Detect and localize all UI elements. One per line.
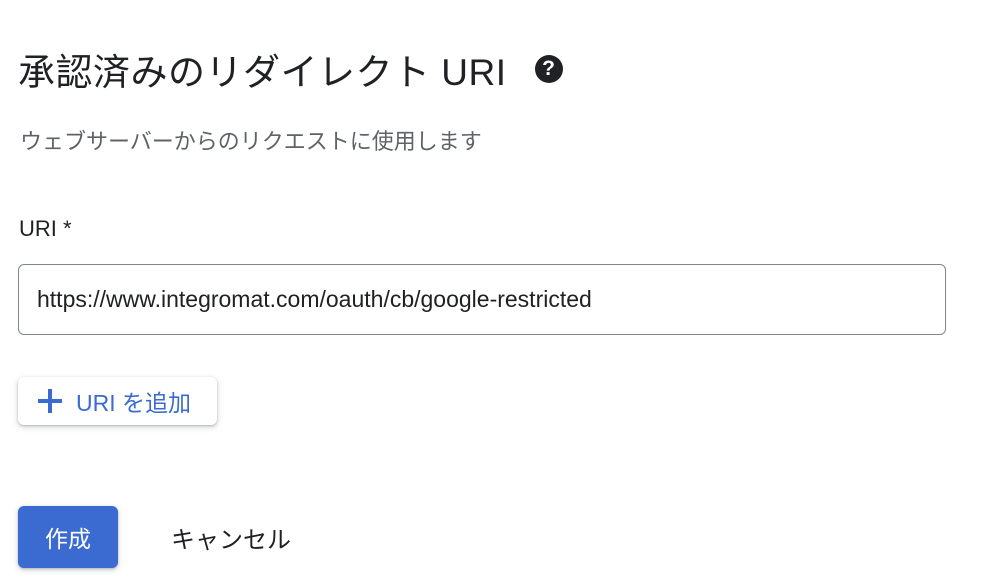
uri-input[interactable] xyxy=(18,264,946,335)
create-button[interactable]: 作成 xyxy=(18,506,118,568)
help-icon[interactable]: ? xyxy=(534,55,563,83)
section-header: 承認済みのリダイレクト URI ? xyxy=(18,44,563,94)
section-description: ウェブサーバーからのリクエストに使用します xyxy=(20,129,482,154)
add-uri-label: URI を追加 xyxy=(76,390,191,416)
plus-icon xyxy=(38,389,62,413)
uri-field-label: URI * xyxy=(19,216,72,241)
add-uri-button[interactable]: URI を追加 xyxy=(18,377,217,425)
cancel-button[interactable]: キャンセル xyxy=(152,506,310,568)
section-title: 承認済みのリダイレクト URI xyxy=(18,52,507,93)
